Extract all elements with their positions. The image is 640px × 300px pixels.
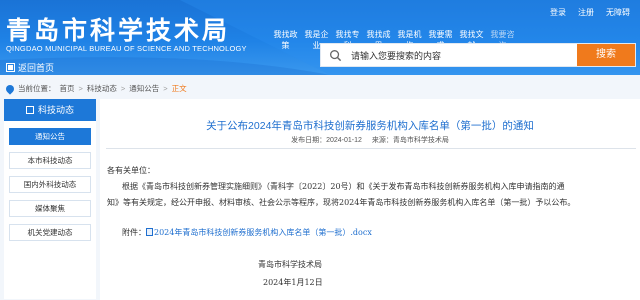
search-icon xyxy=(330,50,342,62)
body-line-1: 根据《青岛市科技创新券管理实施细则》（青科字〔2022〕20号）和《关于发布青岛… xyxy=(122,182,565,191)
sidebar-item-notices[interactable]: 通知公告 xyxy=(9,128,91,145)
attachment: 附件： 2024年青岛市科技创新券服务机构入库名单（第一批）.docx xyxy=(122,227,372,238)
book-icon xyxy=(25,106,34,114)
breadcrumb-separator: > xyxy=(163,84,168,93)
article-panel: 关于公布2024年青岛市科技创新券服务机构入库名单（第一批）的通知 发布日期：2… xyxy=(100,99,640,300)
site-header: 青岛市科学技术局 QINGDAO MUNICIPAL BUREAU OF SCI… xyxy=(0,0,640,75)
article-source: 来源：青岛市科学技术局 xyxy=(371,137,449,144)
sidebar-title: 科技动态 xyxy=(4,99,96,121)
article-title: 关于公布2024年青岛市科技创新券服务机构入库名单（第一批）的通知 xyxy=(206,120,534,132)
signature: 青岛市科学技术局 xyxy=(258,260,322,269)
breadcrumb-current: 正文 xyxy=(171,84,187,93)
breadcrumb-separator: > xyxy=(120,84,126,93)
sidebar-item-media[interactable]: 媒体聚焦 xyxy=(9,200,91,217)
login-link[interactable]: 登录 xyxy=(550,7,566,18)
document-icon xyxy=(146,228,153,236)
sidebar: 科技动态 通知公告 本市科技动态 国内外科技动态 媒体聚焦 机关党建动态 xyxy=(4,99,96,299)
accessibility-link[interactable]: 无障碍 xyxy=(606,7,630,18)
breadcrumb: 当前位置： 首页 > 科技动态 > 通知公告 > 正文 xyxy=(0,78,640,96)
breadcrumb-home[interactable]: 首页 xyxy=(60,83,75,94)
sidebar-title-label: 科技动态 xyxy=(37,105,74,115)
search-bar: 请输入您要搜索的内容 搜索 xyxy=(320,43,636,67)
site-logo-subtitle: QINGDAO MUNICIPAL BUREAU OF SCIENCE AND … xyxy=(6,44,247,53)
attachment-label: 附件： xyxy=(122,228,146,237)
divider xyxy=(106,148,636,149)
site-logo-title: 青岛市科学技术局 xyxy=(6,16,231,45)
salutation: 各有关单位： xyxy=(107,166,155,175)
search-button[interactable]: 搜索 xyxy=(577,44,635,66)
top-links: 登录 注册 无障碍 xyxy=(550,7,630,18)
breadcrumb-news[interactable]: 科技动态 xyxy=(87,83,117,94)
search-input[interactable]: 请输入您要搜索的内容 xyxy=(351,49,441,62)
attachment-link[interactable]: 2024年青岛市科技创新券服务机构入库名单（第一批）.docx xyxy=(154,228,372,237)
home-icon xyxy=(6,63,15,72)
location-pin-icon xyxy=(4,82,16,95)
article-meta: 发布日期：2024-01-12 来源：青岛市科学技术局 xyxy=(100,135,640,145)
sidebar-item-local-news[interactable]: 本市科技动态 xyxy=(9,152,91,169)
nav-policy[interactable]: 我找政策 xyxy=(270,29,301,51)
sign-date: 2024年1月12日 xyxy=(263,278,323,287)
breadcrumb-label: 当前位置： xyxy=(18,84,56,93)
home-link[interactable]: 返回首页 xyxy=(6,61,54,74)
register-link[interactable]: 注册 xyxy=(578,7,594,18)
home-link-label: 返回首页 xyxy=(18,63,55,73)
body-line-2: 知》等有关规定，经公开申报、材料审核、社会公示等程序，现将2024年青岛市科技创… xyxy=(107,198,576,207)
publish-date: 发布日期：2024-01-12 xyxy=(291,137,362,144)
breadcrumb-notices[interactable]: 通知公告 xyxy=(129,83,159,94)
sidebar-item-global-news[interactable]: 国内外科技动态 xyxy=(9,176,91,193)
sidebar-item-party[interactable]: 机关党建动态 xyxy=(9,224,91,241)
breadcrumb-separator: > xyxy=(78,84,83,93)
